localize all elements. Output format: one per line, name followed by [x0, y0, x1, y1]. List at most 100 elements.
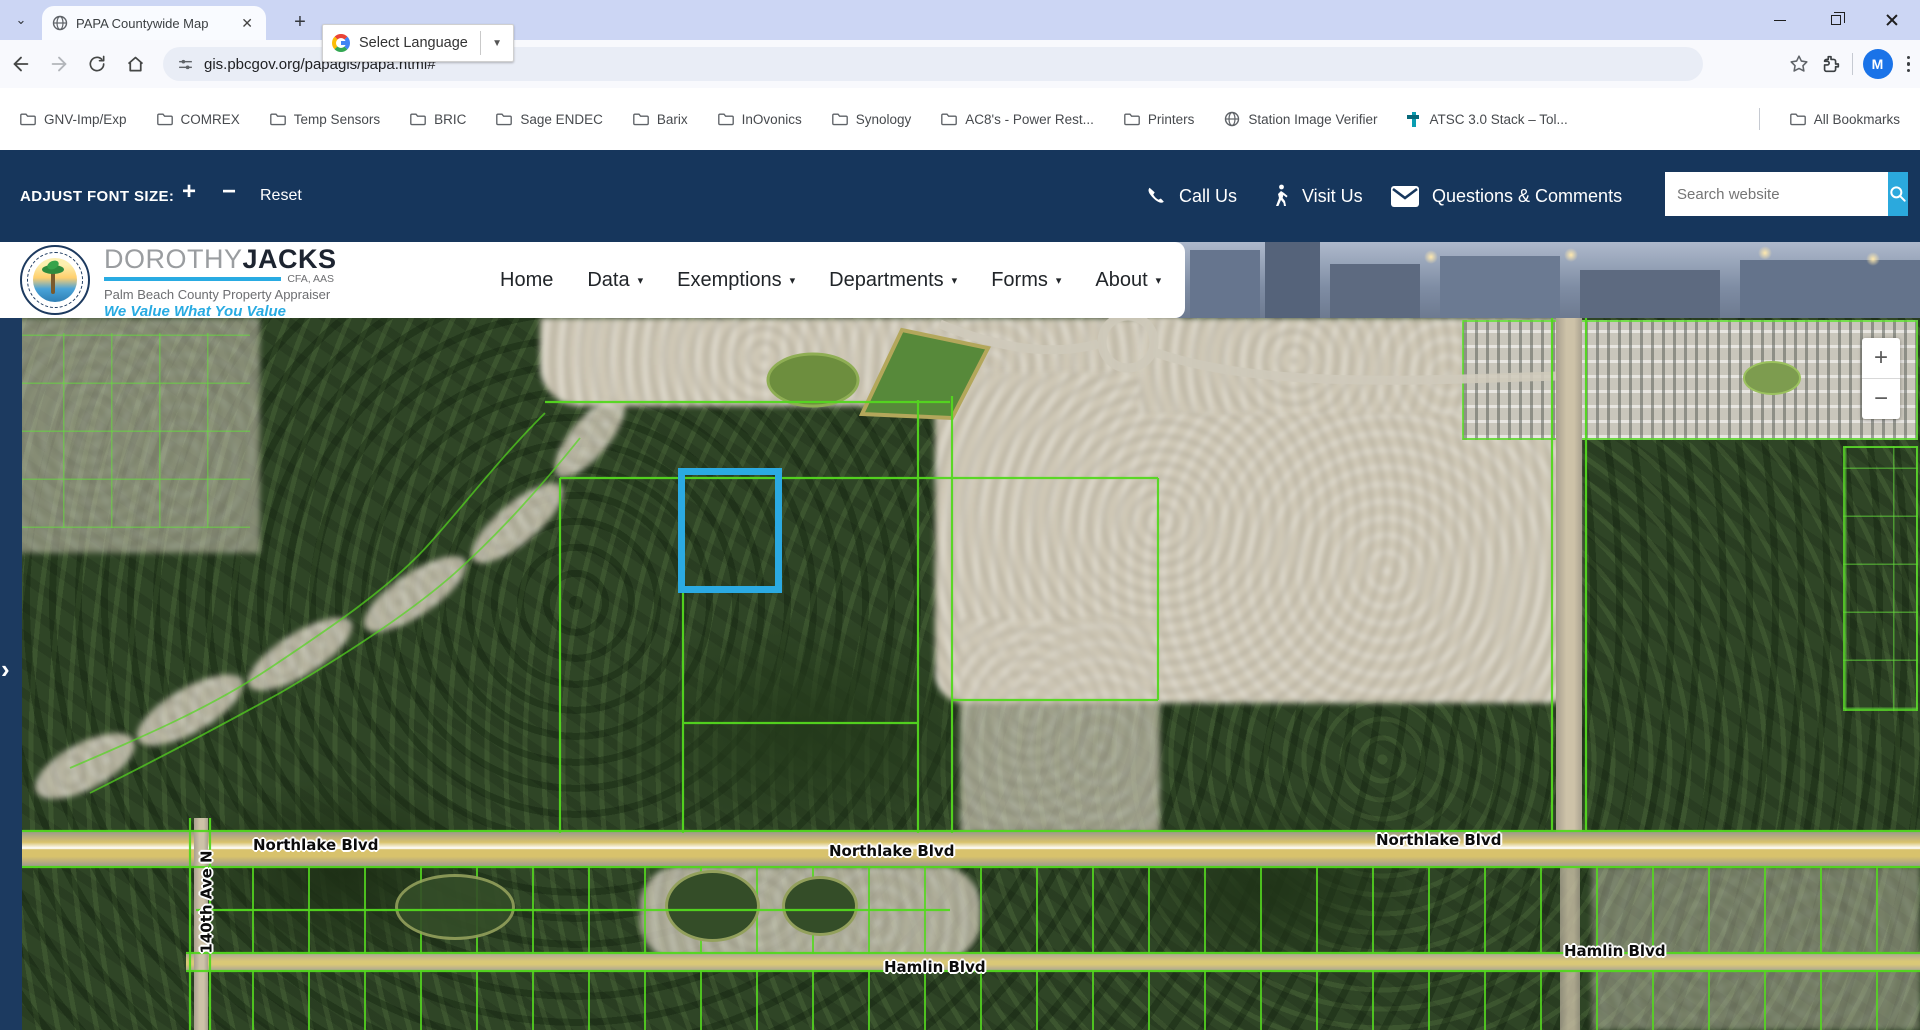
bookmark-label: Sage ENDEC [520, 112, 603, 127]
bookmark-label: InOvonics [742, 112, 802, 127]
restore-button[interactable] [1808, 0, 1864, 40]
visit-us-label: Visit Us [1302, 186, 1363, 207]
extensions-puzzle-icon[interactable] [1820, 53, 1842, 75]
logo-subtitle: Palm Beach County Property Appraiser [104, 287, 334, 302]
bookmark-item[interactable]: Temp Sensors [270, 112, 380, 127]
visit-us-link[interactable]: Visit Us [1272, 178, 1363, 214]
bookmark-label: COMREX [181, 112, 240, 127]
bookmark-item[interactable]: AC8's - Power Rest... [941, 112, 1094, 127]
profile-avatar[interactable]: M [1863, 49, 1893, 79]
questions-comments-link[interactable]: Questions & Comments [1390, 178, 1622, 214]
home-button[interactable] [118, 47, 152, 81]
tab-close-icon[interactable]: ✕ [238, 15, 256, 32]
nav-label: Home [500, 269, 553, 292]
tab-title: PAPA Countywide Map [76, 16, 230, 31]
search-icon [1888, 184, 1908, 204]
nav-departments[interactable]: Departments ▾ [829, 269, 957, 292]
questions-comments-label: Questions & Comments [1432, 186, 1622, 207]
globe-favicon [52, 15, 68, 31]
all-bookmarks-button[interactable]: All Bookmarks [1790, 112, 1900, 127]
bookmark-item[interactable]: GNV-Imp/Exp [20, 112, 127, 127]
folder-icon [157, 112, 173, 126]
language-selector[interactable]: Select Language ▼ [322, 24, 514, 62]
logo-first-name: DOROTHY [104, 244, 243, 274]
nav-exemptions[interactable]: Exemptions ▾ [677, 269, 795, 292]
font-decrease-button[interactable]: − [222, 178, 236, 206]
new-tab-button[interactable]: + [286, 8, 314, 36]
bookmark-item[interactable]: Barix [633, 112, 688, 127]
street-label-140th-ave: 140th Ave N [198, 850, 216, 953]
minimize-button[interactable] [1752, 0, 1808, 40]
browser-window: ⌄ PAPA Countywide Map ✕ + [0, 0, 1920, 1030]
nav-label: Forms [991, 269, 1048, 292]
street-label-hamlin: Hamlin Blvd [884, 958, 986, 976]
font-increase-button[interactable]: + [182, 178, 196, 206]
bookmarks-divider [1759, 108, 1760, 130]
parcel-lines-layer [0, 318, 1920, 1030]
bookmark-item[interactable]: COMREX [157, 112, 240, 127]
bookmark-label: Temp Sensors [294, 112, 380, 127]
folder-icon [832, 112, 848, 126]
site-logo[interactable]: DOROTHYJACKS CFA, AAS Palm Beach County … [104, 246, 334, 318]
logo-last-name: JACKS [243, 244, 337, 274]
bookmarks-bar: GNV-Imp/Exp COMREX Temp Sensors BRIC Sag… [0, 88, 1920, 150]
zoom-out-button[interactable]: − [1862, 379, 1900, 419]
forward-button[interactable] [42, 47, 76, 81]
selected-parcel-highlight[interactable] [678, 468, 782, 593]
browser-titlebar: ⌄ PAPA Countywide Map ✕ + [0, 0, 1920, 40]
folder-icon [941, 112, 957, 126]
call-us-link[interactable]: Call Us [1145, 178, 1237, 214]
side-panel-collapsed: › [0, 318, 22, 1030]
site-header: DOROTHYJACKS CFA, AAS Palm Beach County … [0, 242, 1920, 318]
nav-data[interactable]: Data ▾ [587, 269, 643, 292]
site-search-button[interactable] [1888, 172, 1908, 216]
aerial-map-canvas[interactable]: Northlake Blvd Northlake Blvd Northlake … [0, 318, 1920, 1030]
google-g-icon [331, 33, 351, 53]
browser-menu-icon[interactable] [1903, 52, 1915, 77]
close-button[interactable] [1864, 0, 1920, 40]
bookmark-item[interactable]: Printers [1124, 112, 1195, 127]
reload-button[interactable] [80, 47, 114, 81]
zoom-in-button[interactable]: + [1862, 338, 1900, 378]
browser-tab[interactable]: PAPA Countywide Map ✕ [42, 6, 266, 40]
logo-tagline: We Value What You Value [104, 303, 334, 318]
street-label-northlake: Northlake Blvd [1376, 831, 1501, 849]
globe-icon [1224, 111, 1240, 127]
language-caret-icon: ▼ [489, 38, 505, 49]
nav-about[interactable]: About ▾ [1095, 269, 1161, 292]
bookmark-star-icon[interactable] [1788, 53, 1810, 75]
nav-label: Departments [829, 269, 944, 292]
folder-icon [496, 112, 512, 126]
site-controls-icon[interactable] [177, 56, 194, 73]
bookmark-item[interactable]: ATSC 3.0 Stack – Tol... [1407, 112, 1567, 127]
bookmark-item[interactable]: Sage ENDEC [496, 112, 603, 127]
walking-person-icon [1272, 184, 1290, 208]
nav-home[interactable]: Home [500, 269, 553, 292]
palm-tree-icon [51, 272, 55, 294]
back-button[interactable] [4, 47, 38, 81]
folder-icon [1124, 112, 1140, 126]
font-reset-button[interactable]: Reset [260, 187, 302, 205]
bookmark-item[interactable]: InOvonics [718, 112, 802, 127]
logo-rule [104, 277, 281, 281]
site-search-input[interactable] [1665, 172, 1888, 216]
tab-search-chevron-icon[interactable]: ⌄ [12, 12, 30, 30]
phone-icon [1145, 185, 1167, 207]
bookmark-item[interactable]: Synology [832, 112, 912, 127]
street-label-hamlin: Hamlin Blvd [1564, 942, 1666, 960]
nav-label: Exemptions [677, 269, 782, 292]
panel-expand-chevron[interactable]: › [1, 658, 10, 680]
bookmark-label: ATSC 3.0 Stack – Tol... [1429, 112, 1567, 127]
toolbar-divider [1852, 53, 1853, 75]
atsc-t-icon [1407, 112, 1421, 127]
street-label-northlake: Northlake Blvd [829, 842, 954, 860]
bookmark-item[interactable]: BRIC [410, 112, 466, 127]
bookmark-label: GNV-Imp/Exp [44, 112, 127, 127]
toolbar-right: M [1788, 40, 1915, 88]
folder-icon [633, 112, 649, 126]
site-utility-bar: ADJUST FONT SIZE: + − Reset Select Langu… [0, 150, 1920, 242]
nav-forms[interactable]: Forms ▾ [991, 269, 1061, 292]
folder-icon [410, 112, 426, 126]
bookmark-item[interactable]: Station Image Verifier [1224, 111, 1377, 127]
map-zoom-control: + − [1862, 338, 1900, 419]
